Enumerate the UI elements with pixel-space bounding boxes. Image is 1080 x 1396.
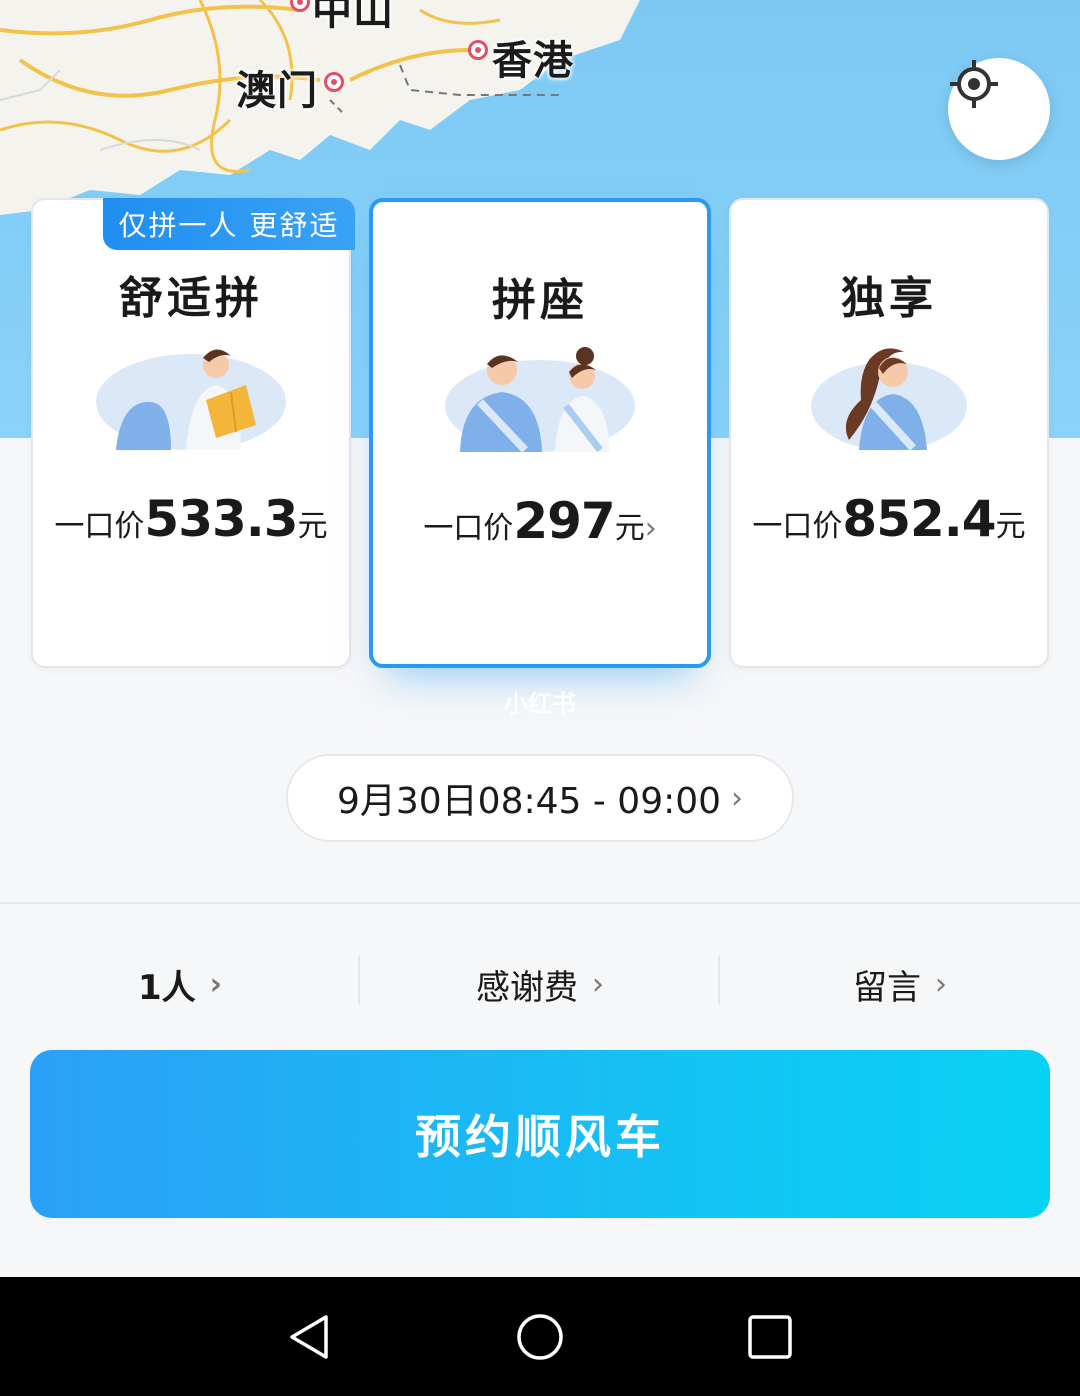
map-label-hongkong: 香港 [492, 38, 574, 84]
passenger-count-label: 1人 [137, 967, 196, 1008]
departure-time-selector[interactable]: 9月30日08:45 - 09:00 › [286, 754, 794, 842]
locate-button[interactable] [948, 58, 1050, 160]
ride-option-title: 舒适拼 [119, 273, 263, 324]
chevron-right-icon: › [209, 966, 223, 1002]
passenger-count-selector[interactable]: 1人 › [0, 954, 360, 1014]
ride-option-comfort-share[interactable]: 仅拼一人 更舒适 舒适拼 一口价533.3元 [31, 198, 355, 668]
price-display: 一口价533.3元 [33, 490, 349, 548]
price-display: 一口价297元› [373, 492, 707, 550]
price-prefix: 一口价 [423, 511, 514, 546]
price-value: 297 [513, 492, 615, 550]
ride-option-title: 独享 [841, 273, 937, 324]
trip-options-bar: 1人 › 感谢费 › 留言 › [0, 902, 1080, 1052]
price-prefix: 一口价 [54, 509, 145, 544]
couple-passengers-illustration [445, 347, 635, 453]
departure-time-text: 9月30日08:45 - 09:00 [336, 781, 722, 822]
map-pin-icon [324, 72, 344, 92]
price-unit: 元 [995, 509, 1026, 544]
map-label-zhongshan: 中山 [312, 0, 394, 34]
ride-option-private[interactable]: 独享 一口价852.4元 [729, 198, 1049, 668]
chevron-right-icon: › [935, 966, 947, 1002]
map-label-macau: 澳门 [236, 68, 318, 114]
thanks-fee-label: 感谢费 [476, 967, 578, 1008]
price-unit: 元 [297, 509, 328, 544]
price-unit: 元 [614, 511, 645, 546]
thanks-fee-selector[interactable]: 感谢费 › [360, 954, 720, 1014]
price-value: 852.4 [842, 490, 996, 548]
watermark: 小红书 [504, 690, 576, 718]
price-value: 533.3 [144, 490, 298, 548]
map-pin-icon [468, 40, 488, 60]
message-label: 留言 [853, 967, 921, 1008]
chevron-right-icon: › [592, 966, 604, 1002]
recents-icon[interactable] [740, 1307, 800, 1367]
back-icon[interactable] [280, 1307, 340, 1367]
solo-passenger-illustration [811, 348, 967, 451]
chevron-right-icon: › [731, 780, 744, 816]
ride-option-title: 拼座 [492, 275, 588, 326]
home-icon[interactable] [510, 1307, 570, 1367]
book-ride-button[interactable]: 预约顺风车 [30, 1050, 1050, 1218]
price-display: 一口价852.4元 [731, 490, 1047, 548]
chevron-right-icon: › [644, 511, 657, 546]
message-selector[interactable]: 留言 › [720, 954, 1080, 1014]
reading-passenger-illustration [96, 349, 286, 450]
price-prefix: 一口价 [752, 509, 843, 544]
system-navigation-bar [0, 1277, 1080, 1396]
comfort-badge: 仅拼一人 更舒适 [103, 198, 355, 250]
crosshair-icon [950, 60, 998, 108]
ride-option-shared-seat[interactable]: 拼座 一口价297元› [369, 198, 711, 668]
